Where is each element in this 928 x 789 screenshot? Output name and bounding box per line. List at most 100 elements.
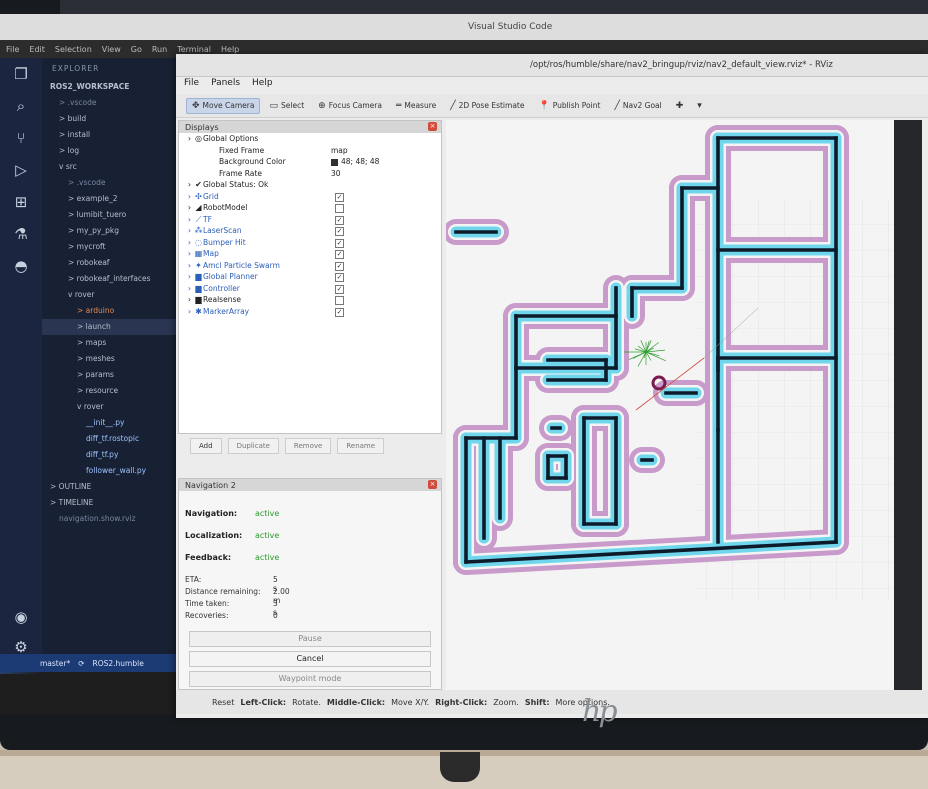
- cancel-button[interactable]: Cancel: [189, 651, 431, 667]
- tree-item[interactable]: > example_2: [42, 191, 192, 207]
- search-icon[interactable]: ⌕: [0, 90, 42, 122]
- display-row[interactable]: › ▦Map ✓: [179, 248, 441, 260]
- explorer-icon[interactable]: ❐: [0, 58, 42, 90]
- tool-button[interactable]: ▾: [692, 99, 707, 113]
- docker-icon[interactable]: ◓: [0, 250, 42, 282]
- tree-item[interactable]: diff_tf.rostopic: [42, 431, 192, 447]
- display-enable-checkbox[interactable]: ✓: [335, 250, 344, 259]
- vscode-menu-item[interactable]: Selection: [55, 45, 92, 54]
- tool-button[interactable]: ✥ Move Camera: [186, 97, 261, 114]
- tree-item[interactable]: > params: [42, 367, 192, 383]
- display-row[interactable]: › ▆Realsense: [179, 294, 441, 306]
- waypoint-mode-button[interactable]: Waypoint mode: [189, 671, 431, 687]
- display-enable-checkbox[interactable]: ✓: [335, 273, 344, 282]
- tree-item[interactable]: > meshes: [42, 351, 192, 367]
- expand-arrow-icon[interactable]: ›: [185, 133, 194, 145]
- tree-item[interactable]: diff_tf.py: [42, 447, 192, 463]
- tree-item[interactable]: v rover: [42, 399, 192, 415]
- tree-item[interactable]: > build: [42, 111, 192, 127]
- display-row[interactable]: › ◌Bumper Hit ✓: [179, 237, 441, 249]
- display-row[interactable]: › ◢RobotModel: [179, 202, 441, 214]
- display-row[interactable]: › ✱MarkerArray ✓: [179, 306, 441, 318]
- rename-display-button[interactable]: Rename: [337, 438, 385, 454]
- display-enable-checkbox[interactable]: ✓: [335, 227, 344, 236]
- display-enable-checkbox[interactable]: ✓: [335, 238, 344, 248]
- tree-item[interactable]: > .vscode: [42, 175, 192, 191]
- run-debug-icon[interactable]: ▷: [0, 154, 42, 186]
- display-enable-checkbox[interactable]: [335, 204, 344, 213]
- display-enable-checkbox[interactable]: ✓: [335, 215, 344, 225]
- rviz-menu-item[interactable]: Help: [252, 78, 273, 88]
- tool-button[interactable]: 📍 Publish Point: [533, 99, 605, 113]
- tree-item[interactable]: > .vscode: [42, 95, 192, 111]
- rviz-menu-item[interactable]: File: [184, 78, 199, 88]
- close-icon[interactable]: ×: [428, 480, 437, 489]
- tree-item[interactable]: > arduino: [42, 303, 192, 319]
- ros-distro-indicator[interactable]: ROS2.humble: [93, 659, 144, 668]
- display-row[interactable]: › ▆Controller ✓: [179, 283, 441, 295]
- expand-arrow-icon[interactable]: ›: [185, 260, 194, 272]
- display-enable-checkbox[interactable]: ✓: [335, 284, 344, 294]
- tool-button[interactable]: ╱ 2D Pose Estimate: [445, 99, 529, 113]
- display-enable-checkbox[interactable]: ✓: [335, 307, 344, 317]
- expand-arrow-icon[interactable]: ›: [185, 214, 194, 226]
- tree-item[interactable]: > lumibit_tuero: [42, 207, 192, 223]
- tree-item[interactable]: follower_wall.py: [42, 463, 192, 479]
- tree-item[interactable]: > OUTLINE: [42, 479, 192, 495]
- display-row[interactable]: Background Color 48; 48; 48: [179, 156, 441, 168]
- testing-icon[interactable]: ⚗: [0, 218, 42, 250]
- branch-indicator[interactable]: master*: [40, 659, 70, 668]
- expand-arrow-icon[interactable]: ›: [185, 271, 194, 283]
- sync-icon[interactable]: ⟳: [78, 659, 84, 668]
- tool-button[interactable]: ⊕ Focus Camera: [313, 99, 387, 113]
- expand-arrow-icon[interactable]: ›: [185, 294, 194, 306]
- expand-arrow-icon[interactable]: ›: [185, 191, 194, 203]
- tool-button[interactable]: ╱ Nav2 Goal: [609, 99, 666, 113]
- expand-arrow-icon[interactable]: ›: [185, 179, 194, 191]
- display-row[interactable]: › ✣Grid ✓: [179, 191, 441, 203]
- expand-arrow-icon[interactable]: ›: [185, 237, 194, 249]
- tree-item[interactable]: > install: [42, 127, 192, 143]
- account-icon[interactable]: ◉: [0, 602, 42, 632]
- tree-item[interactable]: > log: [42, 143, 192, 159]
- display-row[interactable]: Fixed Frame map: [179, 145, 441, 157]
- rviz-3d-viewport[interactable]: [446, 120, 922, 690]
- display-enable-checkbox[interactable]: ✓: [335, 192, 344, 202]
- display-row[interactable]: › ⟋ TF ✓: [179, 214, 441, 226]
- tree-item[interactable]: > robokeaf: [42, 255, 192, 271]
- display-row[interactable]: › ⁂LaserScan ✓: [179, 225, 441, 237]
- display-row[interactable]: Frame Rate 30: [179, 168, 441, 180]
- tool-button[interactable]: ✚: [671, 99, 689, 113]
- tree-item[interactable]: > TIMELINE: [42, 495, 192, 511]
- tree-item[interactable]: v src: [42, 159, 192, 175]
- add-display-button[interactable]: Add: [190, 438, 222, 454]
- display-row[interactable]: › ✦Amcl Particle Swarm ✓: [179, 260, 441, 272]
- tree-item[interactable]: > mycroft: [42, 239, 192, 255]
- close-icon[interactable]: ×: [428, 122, 437, 131]
- tree-item[interactable]: __init__.py: [42, 415, 192, 431]
- display-enable-checkbox[interactable]: [335, 296, 344, 305]
- vscode-menu-item[interactable]: View: [102, 45, 121, 54]
- display-value[interactable]: 48; 48; 48: [331, 156, 379, 168]
- tree-item[interactable]: ROS2_WORKSPACE: [42, 79, 192, 95]
- expand-arrow-icon[interactable]: ›: [185, 202, 194, 214]
- tree-item[interactable]: > my_py_pkg: [42, 223, 192, 239]
- vscode-menu-item[interactable]: Go: [131, 45, 142, 54]
- expand-arrow-icon[interactable]: ›: [185, 248, 194, 260]
- vscode-menu-item[interactable]: Run: [152, 45, 167, 54]
- vscode-menu-item[interactable]: Terminal: [177, 45, 211, 54]
- tool-button[interactable]: ▭ Select: [264, 99, 309, 113]
- tree-item[interactable]: navigation.show.rviz: [42, 511, 192, 527]
- display-row[interactable]: › ◎Global Options: [179, 133, 441, 145]
- extensions-icon[interactable]: ⊞: [0, 186, 42, 218]
- vscode-menu-item[interactable]: Help: [221, 45, 239, 54]
- display-enable-checkbox[interactable]: ✓: [335, 261, 344, 271]
- display-row[interactable]: › ✔Global Status: Ok: [179, 179, 441, 191]
- display-row[interactable]: › ▆Global Planner ✓: [179, 271, 441, 283]
- tree-item[interactable]: > maps: [42, 335, 192, 351]
- vscode-menu-item[interactable]: File: [6, 45, 19, 54]
- reset-button[interactable]: Reset: [212, 698, 234, 707]
- pause-button[interactable]: Pause: [189, 631, 431, 647]
- display-value[interactable]: map: [331, 145, 348, 157]
- vscode-menu-item[interactable]: Edit: [29, 45, 45, 54]
